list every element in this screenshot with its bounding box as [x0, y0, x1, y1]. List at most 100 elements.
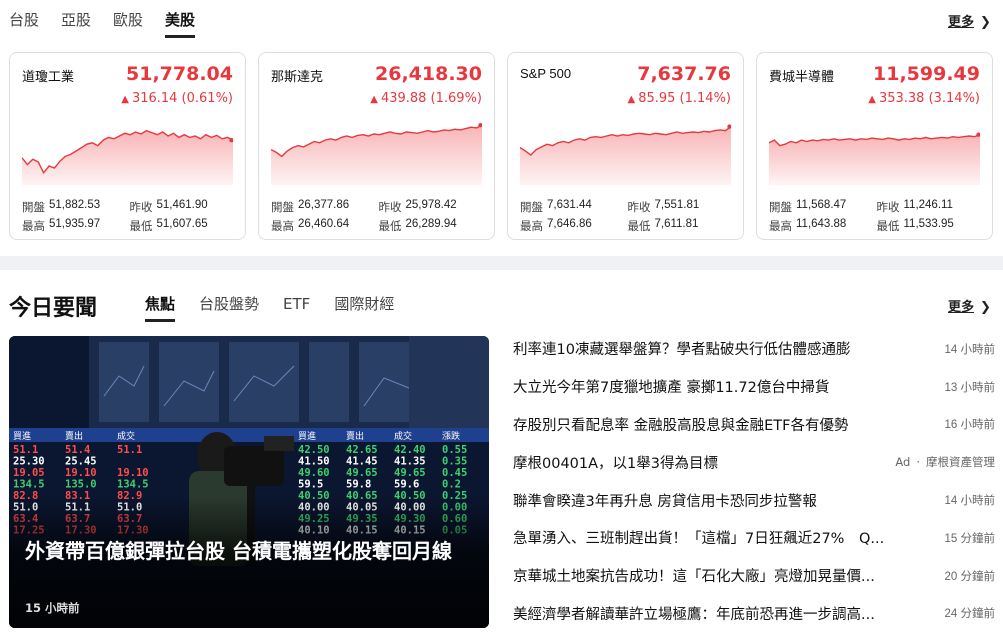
tab-us-stock[interactable]: 美股	[165, 8, 196, 38]
news-item[interactable]: 大立光今年第7度獵地擴產 豪擲11.72億台中掃貨 13 小時前	[513, 368, 995, 406]
featured-news-card[interactable]: 買進 賣出 成交 51.1 51.4 51.1 25.30 25.45 19.05 19.10 19…	[9, 336, 489, 628]
news-item[interactable]: 利率連10凍藏選舉盤算？學者點破央行低估體感通膨 14 小時前	[513, 330, 995, 368]
board-cell: 59.6	[394, 479, 419, 491]
up-triangle-icon: ▲	[868, 94, 876, 105]
dot-separator: ·	[916, 455, 920, 470]
high-label: 最高	[520, 220, 543, 233]
board-cell: 51.1	[13, 444, 38, 456]
tab-focus[interactable]: 焦點	[145, 294, 176, 322]
index-change: ▲ 316.14 (0.61%)	[121, 91, 233, 106]
board-header: 買進	[13, 430, 31, 442]
high-value: 51,935.97	[49, 217, 101, 230]
prev-close-value: 11,246.11	[903, 198, 953, 211]
board-cell: 19.05	[13, 467, 45, 479]
board-cell: 41.45	[346, 456, 378, 468]
board-cell: 25.30	[13, 456, 45, 468]
index-change-value: 316.14 (0.61%)	[131, 91, 233, 106]
board-cell: 134.5	[117, 479, 149, 491]
low-value: 11,533.95	[903, 217, 954, 230]
index-price: 11,599.49	[873, 63, 980, 85]
index-sparkline	[22, 129, 233, 185]
tab-europe-stock[interactable]: 歐股	[113, 8, 143, 38]
up-triangle-icon: ▲	[370, 94, 378, 105]
index-price: 51,778.04	[126, 63, 233, 85]
tab-tw-market[interactable]: 台股盤勢	[199, 294, 259, 322]
high-label: 最高	[769, 220, 792, 233]
prev-close-label: 昨收	[378, 201, 402, 214]
up-triangle-icon: ▲	[627, 94, 636, 105]
tab-international[interactable]: 國際財經	[334, 294, 394, 322]
tab-asia-stock[interactable]: 亞股	[61, 8, 91, 38]
board-cell: 49.65	[346, 467, 378, 479]
high-label: 最高	[271, 220, 294, 233]
market-more-link[interactable]: 更多 ❯	[948, 11, 991, 30]
featured-news-time: 15 小時前	[25, 601, 80, 615]
high-value: 7,646.86	[547, 217, 592, 230]
news-item[interactable]: 存股別只看配息率 金融股高股息與金融ETF各有優勢 16 小時前	[513, 406, 995, 444]
chevron-right-icon: ❯	[980, 300, 991, 315]
open-label: 開盤	[271, 201, 294, 214]
ad-sponsor: Ad · 摩根資產管理	[895, 454, 995, 470]
index-name: S&P 500	[520, 66, 572, 81]
news-item-time: 15 分鐘前	[944, 532, 996, 545]
index-card-dow[interactable]: 道瓊工業 51,778.04 ▲ 316.14 (0.61%) 開盤 51,882.…	[9, 52, 246, 240]
board-cell: 42.50	[298, 444, 330, 456]
tab-tw-stock[interactable]: 台股	[9, 8, 39, 38]
board-cell: 49.65	[394, 467, 426, 479]
high-value: 11,643.88	[796, 217, 847, 230]
index-card-nasdaq[interactable]: 那斯達克 26,418.30 ▲ 439.88 (1.69%) 開盤 26,377.…	[258, 52, 495, 240]
news-item-time: 14 小時前	[944, 495, 996, 508]
market-section: 台股 亞股 歐股 美股 更多 ❯ 道瓊工業 51,778.04 ▲ 316.14 (…	[0, 0, 1003, 256]
open-value: 7,631.44	[547, 198, 592, 211]
high-label: 最高	[22, 220, 45, 233]
index-sparkline	[769, 132, 980, 185]
open-value: 11,568.47	[796, 198, 847, 211]
news-item[interactable]: 京華城土地案抗告成功！這「石化大廠」亮燈加晃量價... 20 分鐘前	[513, 557, 995, 595]
board-cell: 135.0	[65, 479, 97, 491]
index-price: 7,637.76	[637, 63, 731, 85]
news-item-time: 24 分鐘前	[944, 608, 996, 621]
index-sparkline	[271, 122, 482, 185]
news-item[interactable]: 急單湧入、三班制趕出貨！「這檔」7日狂飆近27% Q... 15 分鐘前	[513, 519, 995, 557]
news-item-title: 存股別只看配息率 金融股高股息與金融ETF各有優勢	[513, 417, 849, 434]
news-item-title: 美經濟學者解讀華許立場極鷹：年底前恐再進一步調高...	[513, 606, 875, 623]
low-value: 7,611.81	[654, 217, 699, 230]
board-cell: 19.10	[117, 467, 149, 479]
low-label: 最低	[129, 220, 153, 233]
news-item[interactable]: 聯準會睽違3年再升息 房貸信用卡恐同步拉警報 14 小時前	[513, 481, 995, 519]
index-change: ▲ 353.38 (3.14%)	[868, 91, 980, 106]
news-item-title: 聯準會睽違3年再升息 房貸信用卡恐同步拉警報	[513, 493, 817, 510]
section-divider	[0, 256, 1003, 270]
board-cell: 19.10	[65, 467, 97, 479]
open-label: 開盤	[769, 201, 792, 214]
prev-close-label: 昨收	[627, 201, 651, 214]
prev-close-value: 51,461.90	[156, 198, 208, 211]
low-value: 26,289.94	[405, 217, 457, 230]
low-label: 最低	[378, 220, 402, 233]
board-cell: 49.60	[298, 467, 330, 479]
index-card-sp500[interactable]: S&P 500 7,637.76 ▲ 85.95 (1.14%) 開盤 7,631.…	[507, 52, 744, 240]
index-name: 道瓊工業	[22, 69, 75, 84]
board-cell: 59.5	[298, 479, 323, 491]
index-change: ▲ 85.95 (1.14%)	[628, 91, 732, 106]
low-label: 最低	[876, 220, 900, 233]
news-more-link[interactable]: 更多 ❯	[948, 296, 991, 315]
news-item[interactable]: 美經濟學者解讀華許立場極鷹：年底前恐再進一步調高... 24 分鐘前	[513, 595, 995, 633]
open-label: 開盤	[22, 201, 45, 214]
news-tabs: 焦點 台股盤勢 ETF 國際財經	[145, 294, 418, 322]
board-cell: 0.2	[442, 479, 461, 491]
index-card-sox[interactable]: 費城半導體 11,599.49 ▲ 353.38 (3.14%) 開盤 11,568…	[756, 52, 993, 240]
open-label: 開盤	[520, 201, 543, 214]
news-item-ad[interactable]: 摩根00401A，以1舉3得為目標 Ad · 摩根資產管理	[513, 443, 995, 481]
low-label: 最低	[627, 220, 651, 233]
news-item-time: 14 小時前	[944, 343, 996, 356]
index-sparkline	[520, 124, 731, 185]
board-cell: 134.5	[13, 479, 45, 491]
tab-etf[interactable]: ETF	[283, 294, 310, 322]
index-change: ▲ 439.88 (1.69%)	[370, 91, 482, 106]
news-item-title: 利率連10凍藏選舉盤算？學者點破央行低估體感通膨	[513, 342, 851, 359]
prev-close-value: 7,551.81	[654, 198, 700, 211]
up-triangle-icon: ▲	[121, 94, 129, 105]
prev-close-label: 昨收	[876, 201, 900, 214]
index-stats: 開盤 51,882.53 昨收 51,461.90 最高 51,935.97 最低 51,6…	[22, 197, 237, 235]
